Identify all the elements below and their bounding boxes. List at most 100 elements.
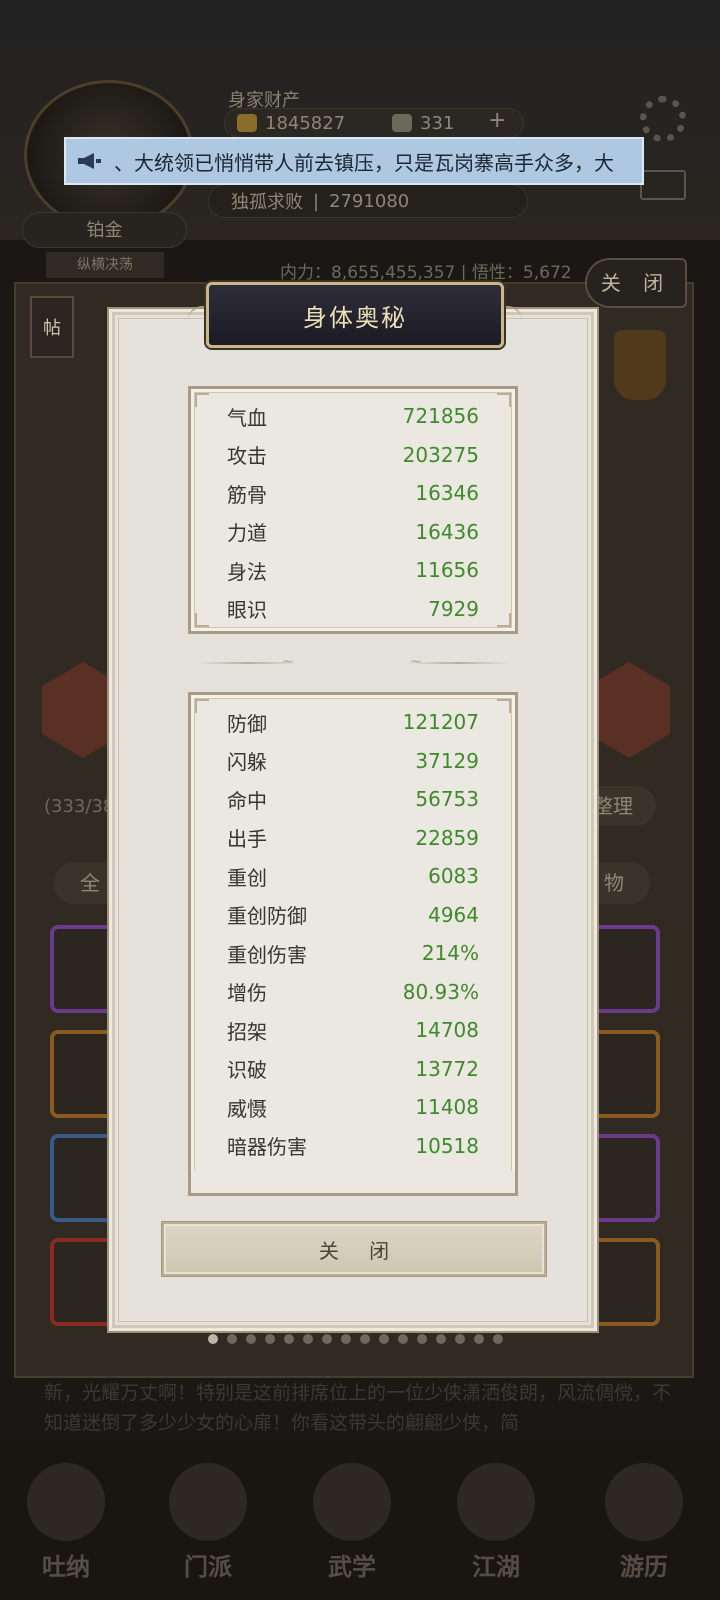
scroll-fade [191, 1171, 515, 1193]
rank-chip: 独孤求败 | 2791080 [208, 184, 528, 218]
martial-icon [313, 1463, 391, 1541]
stat-value: 10518 [415, 1133, 479, 1158]
gear-icon[interactable] [640, 96, 686, 142]
stat-name: 暗器伤害 [227, 1135, 307, 1160]
tuna-icon [27, 1463, 105, 1541]
rank-value: 2791080 [329, 190, 410, 212]
bag-capacity: (333/38 [44, 796, 115, 817]
stat-value: 7929 [428, 596, 479, 621]
title-tag: 纵横决荡 [46, 252, 164, 278]
stat-row: 识破 13772 [191, 1050, 515, 1089]
add-currency-button[interactable]: + [488, 108, 506, 133]
nav-martial[interactable]: 武学 [300, 1462, 404, 1582]
stat-row: 威慑 11408 [191, 1088, 515, 1127]
stat-name: 防御 [227, 711, 267, 736]
stat-name: 出手 [227, 827, 267, 852]
notice-banner: 、大统领已悄悄带人前去镇压，只是瓦岗寨高手众多，大 [64, 137, 644, 185]
jianghu-icon [457, 1463, 535, 1541]
stat-value: 56753 [415, 787, 479, 812]
divider-ornament: ~ [410, 654, 422, 670]
gem-counter: 331 [380, 108, 530, 138]
stat-value: 37129 [415, 748, 479, 773]
page-dot[interactable] [360, 1334, 370, 1344]
story-text: 新，光耀万丈啊！特别是这前排席位上的一位少侠潇洒俊朗，风流倜傥，不知道迷倒了多少… [44, 1382, 672, 1434]
dialog-title: 身体奥秘 [303, 303, 407, 332]
stat-name: 重创防御 [227, 904, 307, 929]
page-dot[interactable] [379, 1334, 389, 1344]
ornament-icon[interactable] [614, 330, 666, 400]
stat-value: 14708 [415, 1018, 479, 1043]
stat-row: 身法 11656 [191, 551, 515, 590]
stat-value: 6083 [428, 864, 479, 889]
primary-stats-list: 气血 721856 攻击 203275 筋骨 16346 力道 16436 身法 11656 眼识 7… [191, 397, 515, 628]
page-dot[interactable] [398, 1334, 408, 1344]
tie-button[interactable]: 帖 [30, 296, 74, 358]
sect-icon [169, 1463, 247, 1541]
stat-value: 4964 [428, 902, 479, 927]
power-line: 内力：8,655,455,357 | 悟性：5,672 [280, 263, 572, 283]
stat-row: 重创防御 4964 [191, 896, 515, 935]
page-dot[interactable] [455, 1334, 465, 1344]
gem-icon [392, 114, 412, 132]
secondary-stats-card[interactable]: 防御 121207 闪躲 37129 命中 56753 出手 22859 重创 6083 重创防御 4… [188, 692, 518, 1196]
stat-value: 80.93% [402, 979, 479, 1004]
close-button[interactable]: 关 闭 [162, 1222, 546, 1276]
mail-icon[interactable] [640, 170, 686, 200]
stat-row: 重创伤害 214% [191, 934, 515, 973]
nav-travel[interactable]: 游历 [592, 1462, 696, 1582]
page-dot[interactable] [341, 1334, 351, 1344]
rank-separator: | [313, 190, 320, 212]
stat-name: 筋骨 [227, 482, 267, 507]
stat-row: 重创 6083 [191, 857, 515, 896]
secondary-stats-list[interactable]: 防御 121207 闪躲 37129 命中 56753 出手 22859 重创 6083 重创防御 4… [191, 703, 515, 1193]
stat-row: 攻击 203275 [191, 436, 515, 475]
stat-value: 13772 [415, 1056, 479, 1081]
nav-label: 江湖 [472, 1552, 520, 1581]
rank-label: 独孤求败 [231, 192, 303, 213]
page-dot[interactable] [493, 1334, 503, 1344]
nav-jianghu[interactable]: 江湖 [444, 1462, 548, 1582]
gem-amount: 331 [420, 112, 455, 134]
travel-icon [605, 1463, 683, 1541]
page-dot[interactable] [265, 1334, 275, 1344]
page-dot[interactable] [417, 1334, 427, 1344]
stat-name: 身法 [227, 559, 267, 584]
stat-value: 721856 [402, 404, 479, 429]
page-dot[interactable] [322, 1334, 332, 1344]
nav-label: 游历 [620, 1552, 668, 1581]
page-dot[interactable] [227, 1334, 237, 1344]
gold-icon [237, 114, 257, 132]
stat-value: 16436 [415, 519, 479, 544]
stat-value: 22859 [415, 825, 479, 850]
stat-name: 威慑 [227, 1096, 267, 1121]
stat-row: 防御 121207 [191, 703, 515, 742]
stat-row: 招架 14708 [191, 1011, 515, 1050]
stat-value: 11408 [415, 1095, 479, 1120]
page-dot[interactable] [474, 1334, 484, 1344]
stat-row: 眼识 7929 [191, 590, 515, 629]
stat-row: 闪躲 37129 [191, 742, 515, 781]
stat-name: 眼识 [227, 598, 267, 623]
megaphone-icon [78, 153, 101, 169]
nav-sect[interactable]: 门派 [156, 1462, 260, 1582]
page-dot[interactable] [246, 1334, 256, 1344]
page-dot[interactable] [284, 1334, 294, 1344]
nav-label: 武学 [328, 1552, 376, 1581]
stat-value: 11656 [415, 558, 479, 583]
page-dot[interactable] [208, 1334, 218, 1344]
dialog-title-bar: 身体奥秘 [206, 282, 504, 348]
stat-name: 闪躲 [227, 750, 267, 775]
stat-value: 16346 [415, 481, 479, 506]
page-dot[interactable] [436, 1334, 446, 1344]
page-dot[interactable] [303, 1334, 313, 1344]
stat-name: 招架 [227, 1019, 267, 1044]
panel-close-button[interactable]: 关 闭 [585, 258, 687, 308]
primary-stats-card: 气血 721856 攻击 203275 筋骨 16346 力道 16436 身法 11656 眼识 7… [188, 386, 518, 634]
stat-value: 214% [421, 941, 479, 966]
nav-label: 门派 [184, 1552, 232, 1581]
close-button-label: 关 闭 [318, 1238, 402, 1263]
nav-tuna[interactable]: 吐纳 [14, 1462, 118, 1582]
stat-row: 气血 721856 [191, 397, 515, 436]
tier-tag: 铂金 [22, 212, 187, 248]
stat-row: 出手 22859 [191, 819, 515, 858]
